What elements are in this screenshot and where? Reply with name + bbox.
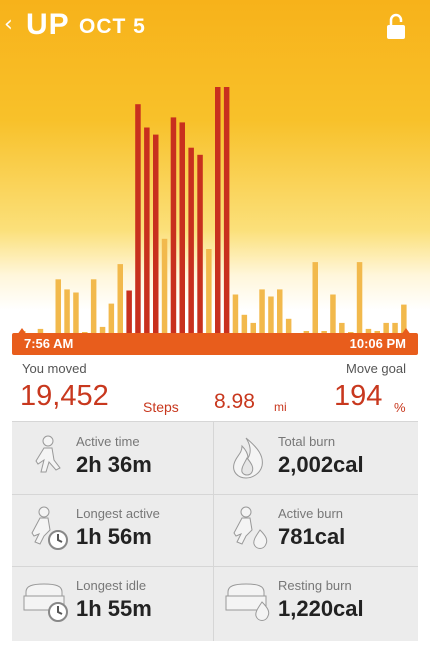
start-time: 7:56 AM xyxy=(24,336,74,351)
moved-label: You moved xyxy=(22,361,87,376)
runner-icon xyxy=(35,435,61,473)
steps-value: 19,452 xyxy=(20,380,109,412)
activity-bar xyxy=(153,134,159,335)
activity-chart xyxy=(17,87,411,336)
stat-value: 1,220cal xyxy=(278,596,364,621)
activity-header: ‹ UP OCT 5 xyxy=(0,0,430,338)
activity-bar xyxy=(179,122,185,336)
stat-value: 1h 55m xyxy=(76,596,152,621)
movement-summary: You moved Move goal 19,452 Steps 8.98 mi… xyxy=(12,355,418,421)
stat-label: Active time xyxy=(76,434,140,449)
stat-value: 2,002cal xyxy=(278,452,364,477)
time-range-bar: 7:56 AM 10:06 PM xyxy=(12,333,418,355)
goal-unit: % xyxy=(394,400,406,415)
activity-bar xyxy=(259,289,265,335)
activity-bar xyxy=(268,296,274,335)
stat-label: Active burn xyxy=(278,506,344,521)
miles-unit: mi xyxy=(274,400,287,414)
activity-bar xyxy=(73,292,79,335)
stat-value: 2h 36m xyxy=(76,452,152,477)
flame-icon xyxy=(233,437,263,479)
goal-label: Move goal xyxy=(346,361,406,376)
activity-bar xyxy=(90,279,97,335)
stat-value: 1h 56m xyxy=(76,524,152,549)
goal-value: 194 xyxy=(334,380,383,412)
stat-longest-idle[interactable]: Longest idle 1h 55m xyxy=(12,566,214,638)
stats-grid: Active time 2h 36m Total burn 2,002cal L… xyxy=(12,421,418,642)
activity-bar xyxy=(161,238,168,335)
runner-flame-icon xyxy=(233,506,268,549)
activity-bar xyxy=(135,104,141,335)
couch-timer-icon xyxy=(23,583,68,622)
activity-bar xyxy=(277,289,283,335)
stat-label: Longest idle xyxy=(76,578,147,593)
activity-bar xyxy=(170,117,177,336)
activity-bar xyxy=(312,262,318,335)
activity-bar xyxy=(55,279,61,335)
activity-bar xyxy=(64,289,70,335)
activity-bar xyxy=(117,264,123,335)
end-time: 10:06 PM xyxy=(349,336,406,351)
stat-value: 781cal xyxy=(278,524,346,549)
stat-active-burn[interactable]: Active burn 781cal xyxy=(214,494,416,566)
activity-bar xyxy=(215,87,221,335)
stat-label: Total burn xyxy=(278,434,336,449)
activity-bar xyxy=(144,127,150,335)
activity-bar xyxy=(232,294,239,335)
activity-bar xyxy=(197,154,203,335)
activity-bar xyxy=(206,249,212,335)
activity-bar xyxy=(356,262,363,335)
stat-total-burn[interactable]: Total burn 2,002cal xyxy=(214,422,416,494)
activity-bar xyxy=(126,290,132,335)
runner-timer-icon xyxy=(31,506,68,550)
activity-bar xyxy=(188,147,194,335)
couch-flame-icon xyxy=(225,583,270,621)
stat-label: Longest active xyxy=(76,506,160,521)
stat-label: Resting burn xyxy=(278,578,352,593)
stat-active-time[interactable]: Active time 2h 36m xyxy=(12,422,214,494)
stat-longest-active[interactable]: Longest active 1h 56m xyxy=(12,494,214,566)
steps-unit: Steps xyxy=(143,399,179,415)
bottom-spacer xyxy=(0,641,430,660)
activity-bar xyxy=(241,314,248,335)
stat-resting-burn[interactable]: Resting burn 1,220cal xyxy=(214,566,416,638)
activity-bar xyxy=(223,87,230,335)
miles-value: 8.98 xyxy=(214,390,255,413)
activity-bar xyxy=(330,294,336,335)
activity-bar xyxy=(108,303,115,335)
